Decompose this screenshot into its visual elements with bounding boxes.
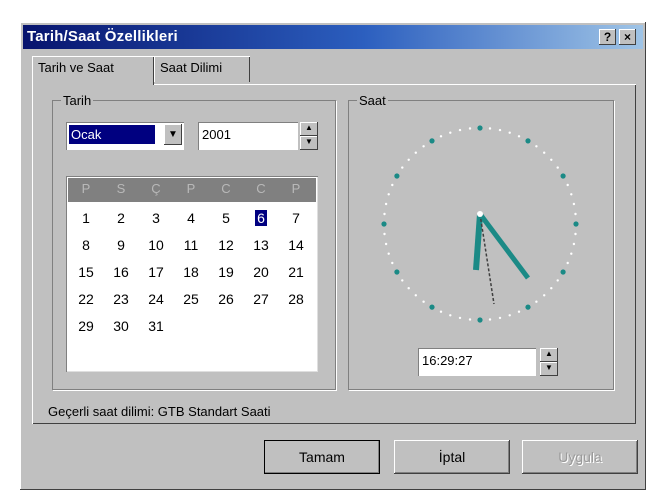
- minute-marker: [572, 202, 576, 206]
- minute-marker: [556, 279, 559, 282]
- tab-date-time-label: Tarih ve Saat: [38, 60, 114, 75]
- hour-marker: [477, 125, 483, 131]
- minute-marker: [387, 193, 390, 196]
- minute-marker: [422, 145, 425, 148]
- minute-marker: [458, 316, 462, 320]
- minute-marker: [401, 279, 404, 282]
- minute-marker: [508, 314, 511, 317]
- hour-marker: [525, 138, 531, 144]
- minute-marker: [391, 261, 394, 265]
- minute-marker: [488, 127, 492, 130]
- hour-marker: [394, 173, 400, 179]
- minute-marker: [566, 183, 569, 187]
- minute-marker: [407, 158, 410, 161]
- minute-marker: [572, 242, 576, 246]
- time-field[interactable]: 16:29:27: [418, 348, 536, 376]
- minute-marker: [401, 166, 404, 169]
- minute-marker: [517, 135, 521, 138]
- minute-marker: [498, 316, 502, 320]
- minute-marker: [439, 310, 443, 313]
- time-spinner[interactable]: ▲ ▼: [540, 348, 558, 376]
- minute-marker: [449, 314, 452, 317]
- minute-hand: [478, 212, 530, 280]
- hour-marker: [560, 269, 566, 275]
- minute-marker: [574, 232, 577, 236]
- clock-center: [477, 211, 483, 217]
- tab-date-time[interactable]: Tarih ve Saat: [32, 56, 154, 85]
- minute-marker: [535, 300, 538, 303]
- minute-marker: [543, 294, 546, 297]
- minute-marker: [556, 166, 559, 169]
- minute-marker: [468, 127, 472, 130]
- apply-button[interactable]: Uygula: [522, 440, 638, 474]
- minute-marker: [574, 212, 577, 216]
- minute-marker: [414, 151, 417, 154]
- minute-marker: [384, 202, 388, 206]
- minute-marker: [566, 261, 569, 265]
- hour-marker: [429, 138, 435, 144]
- minute-marker: [550, 158, 553, 161]
- minute-marker: [407, 287, 410, 290]
- minute-marker: [383, 232, 386, 236]
- current-time-zone-text: Geçerli saat dilimi: GTB Standart Saati: [48, 404, 271, 419]
- hour-hand: [473, 213, 483, 271]
- hour-marker: [477, 317, 483, 323]
- minute-marker: [468, 318, 472, 321]
- cancel-button[interactable]: İptal: [394, 440, 510, 474]
- ok-button[interactable]: Tamam: [264, 440, 380, 474]
- hour-marker: [381, 221, 387, 227]
- minute-marker: [550, 287, 553, 290]
- minute-marker: [570, 193, 573, 196]
- minute-marker: [543, 151, 546, 154]
- minute-marker: [422, 300, 425, 303]
- minute-marker: [414, 294, 417, 297]
- minute-marker: [387, 252, 390, 255]
- minute-marker: [449, 131, 452, 134]
- minute-marker: [383, 212, 386, 216]
- minute-marker: [384, 242, 388, 246]
- hour-marker: [394, 269, 400, 275]
- hour-marker: [573, 221, 579, 227]
- triangle-down-icon[interactable]: ▼: [540, 362, 558, 376]
- minute-marker: [439, 135, 443, 138]
- hour-marker: [560, 173, 566, 179]
- hour-marker: [525, 304, 531, 310]
- minute-marker: [570, 252, 573, 255]
- triangle-up-icon[interactable]: ▲: [540, 348, 558, 362]
- hour-marker: [429, 304, 435, 310]
- minute-marker: [517, 310, 521, 313]
- minute-marker: [508, 131, 511, 134]
- minute-marker: [488, 318, 492, 321]
- minute-marker: [458, 128, 462, 132]
- minute-marker: [391, 183, 394, 187]
- minute-marker: [498, 128, 502, 132]
- minute-marker: [535, 145, 538, 148]
